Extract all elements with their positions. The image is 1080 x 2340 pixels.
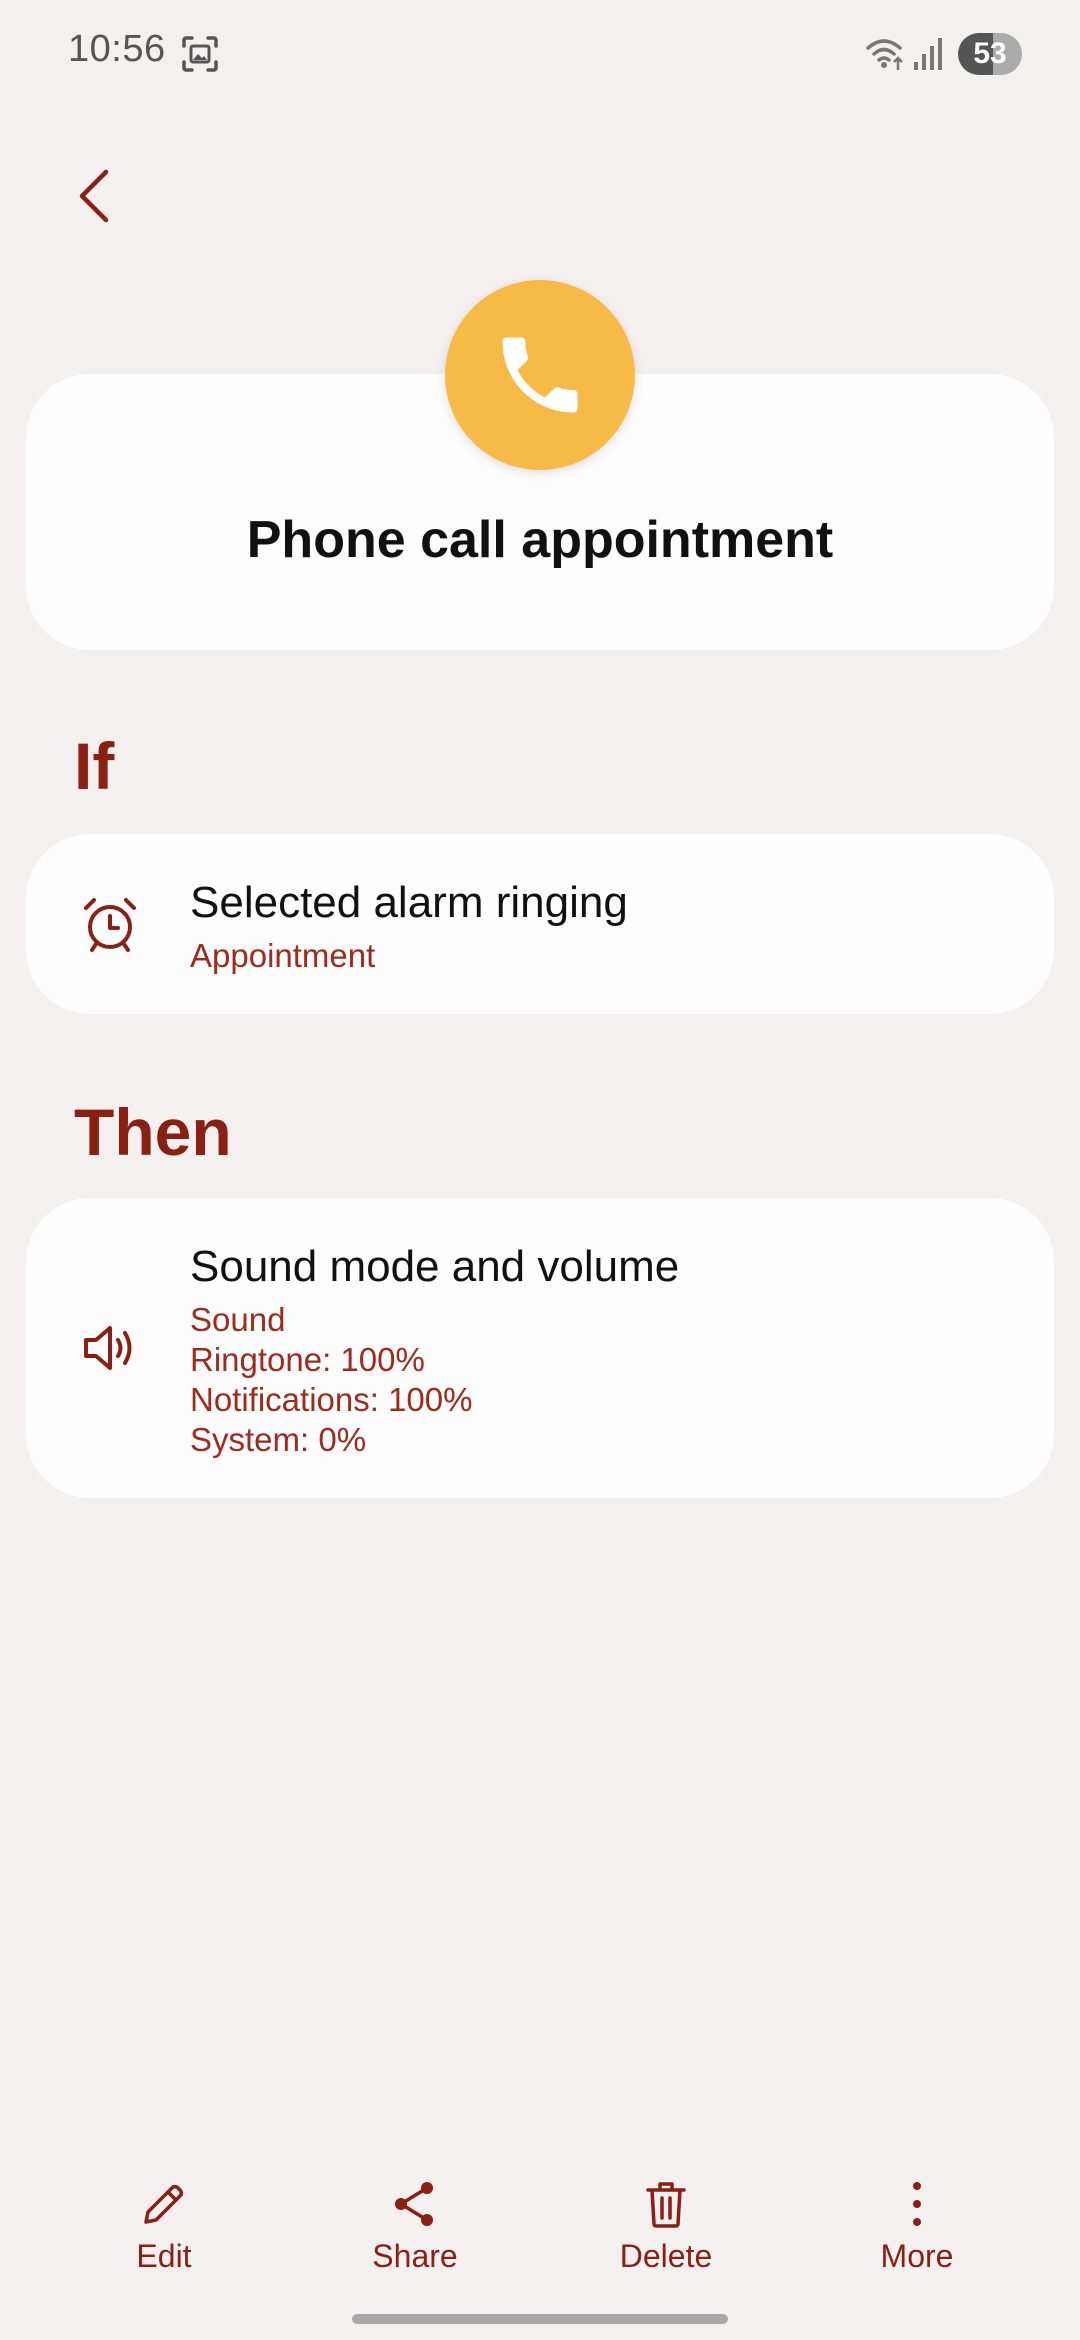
then-action-card[interactable]: Sound mode and volume Sound Ringtone: 10… bbox=[26, 1198, 1054, 1498]
edit-label: Edit bbox=[136, 2238, 192, 2274]
edit-button[interactable]: Edit bbox=[64, 2160, 264, 2290]
more-vertical-icon bbox=[913, 2182, 921, 2226]
alarm-clock-icon bbox=[78, 892, 142, 956]
then-section-label: Then bbox=[74, 1095, 232, 1169]
condition-title: Selected alarm ringing bbox=[190, 878, 628, 927]
condition-subtitle: Appointment bbox=[190, 937, 376, 974]
signal-icon bbox=[912, 36, 944, 72]
more-button[interactable]: More bbox=[817, 2160, 1017, 2290]
battery-icon: 53 bbox=[958, 33, 1022, 75]
back-button[interactable] bbox=[58, 160, 130, 232]
action-detail-sound: Sound bbox=[190, 1301, 286, 1338]
more-label: More bbox=[880, 2238, 954, 2274]
phone-icon bbox=[445, 280, 635, 470]
action-title: Sound mode and volume bbox=[190, 1242, 680, 1291]
action-detail-ringtone: Ringtone: 100% bbox=[190, 1341, 425, 1378]
status-time: 10:56 bbox=[68, 28, 166, 70]
home-indicator[interactable] bbox=[352, 2314, 728, 2324]
action-detail-notifications: Notifications: 100% bbox=[190, 1381, 473, 1418]
pencil-icon bbox=[144, 2184, 184, 2224]
bottom-action-bar: Edit Share Delete More bbox=[0, 2160, 1080, 2290]
share-label: Share bbox=[372, 2238, 458, 2274]
share-button[interactable]: Share bbox=[315, 2160, 515, 2290]
chevron-left-icon bbox=[79, 169, 109, 223]
delete-label: Delete bbox=[619, 2238, 713, 2274]
screenshot-icon bbox=[180, 34, 220, 74]
if-section-label: If bbox=[74, 729, 115, 803]
routine-title: Phone call appointment bbox=[246, 511, 834, 569]
action-detail-system: System: 0% bbox=[190, 1421, 367, 1458]
trash-icon bbox=[646, 2182, 686, 2228]
wifi-icon bbox=[866, 36, 906, 72]
status-bar: 10:56 53 bbox=[0, 0, 1080, 110]
share-icon bbox=[395, 2182, 433, 2226]
delete-button[interactable]: Delete bbox=[566, 2160, 766, 2290]
if-condition-card[interactable]: Selected alarm ringing Appointment bbox=[26, 834, 1054, 1014]
speaker-icon bbox=[78, 1316, 142, 1380]
